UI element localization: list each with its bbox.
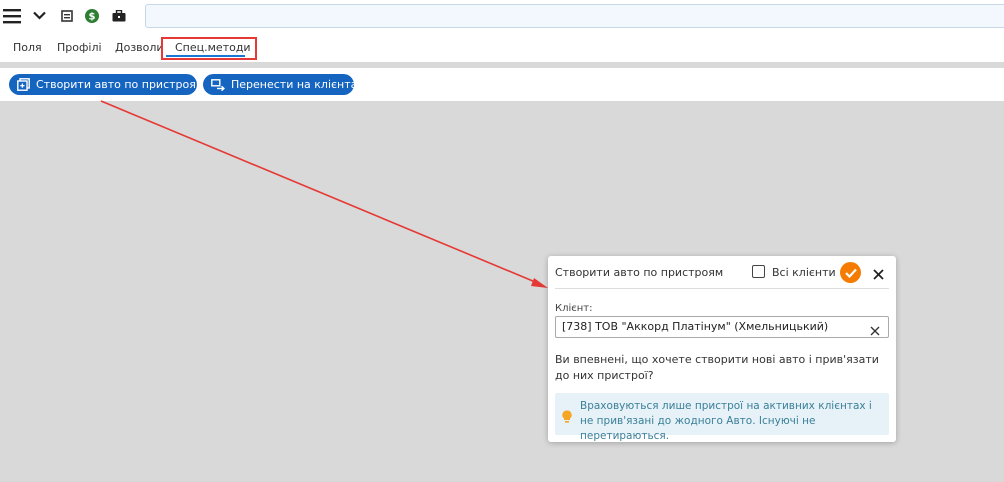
all-clients-label[interactable]: Всі клієнти xyxy=(772,266,836,279)
create-cars-label: Створити авто по пристроям xyxy=(36,78,205,91)
check-icon xyxy=(844,268,857,278)
briefcase-icon[interactable] xyxy=(112,10,126,22)
add-box-icon xyxy=(17,78,30,91)
actions-toolbar: Створити авто по пристроям Перенести на … xyxy=(0,68,1004,101)
tab-permissions[interactable]: Дозволи xyxy=(115,41,164,54)
client-field-label: Клієнт: xyxy=(555,303,593,314)
svg-text:$: $ xyxy=(89,12,96,23)
clear-client-button[interactable] xyxy=(870,321,880,340)
client-field[interactable]: [738] ТОВ "Аккорд Платінум" (Хмельницьки… xyxy=(555,316,889,338)
close-icon xyxy=(873,269,884,280)
confirm-button[interactable] xyxy=(840,262,861,283)
lightbulb-icon xyxy=(562,408,572,427)
search-input[interactable] xyxy=(145,4,1004,28)
transfer-label: Перенести на клієнта xyxy=(231,78,358,91)
tab-fields[interactable]: Поля xyxy=(13,41,42,54)
dialog-title: Створити авто по пристроям xyxy=(555,266,724,279)
chevron-down-icon[interactable] xyxy=(33,11,46,20)
annotation-highlight-box xyxy=(161,37,257,60)
menu-icon[interactable] xyxy=(3,8,21,24)
create-cars-dialog: Створити авто по пристроям Всі клієнти К… xyxy=(548,256,896,442)
transfer-to-client-button[interactable]: Перенести на клієнта xyxy=(203,74,358,95)
close-dialog-button[interactable] xyxy=(873,265,884,284)
info-text: Враховуються лише пристрої на активних к… xyxy=(580,400,872,442)
tab-profiles[interactable]: Профілі xyxy=(57,41,102,54)
dollar-icon[interactable]: $ xyxy=(85,9,99,23)
clear-icon xyxy=(870,326,880,336)
dialog-divider xyxy=(555,288,889,289)
confirmation-question: Ви впевнені, що хочете створити нові авт… xyxy=(555,353,879,382)
calendar-icon[interactable] xyxy=(61,10,73,22)
transfer-icon xyxy=(211,78,225,91)
top-toolbar: $ xyxy=(0,0,1004,33)
all-clients-checkbox[interactable] xyxy=(752,265,765,278)
create-cars-by-devices-button[interactable]: Створити авто по пристроям xyxy=(9,74,204,95)
info-notice: Враховуються лише пристрої на активних к… xyxy=(555,393,889,442)
tab-bar: Поля Профілі Дозволи Спец.методи xyxy=(0,33,1004,62)
